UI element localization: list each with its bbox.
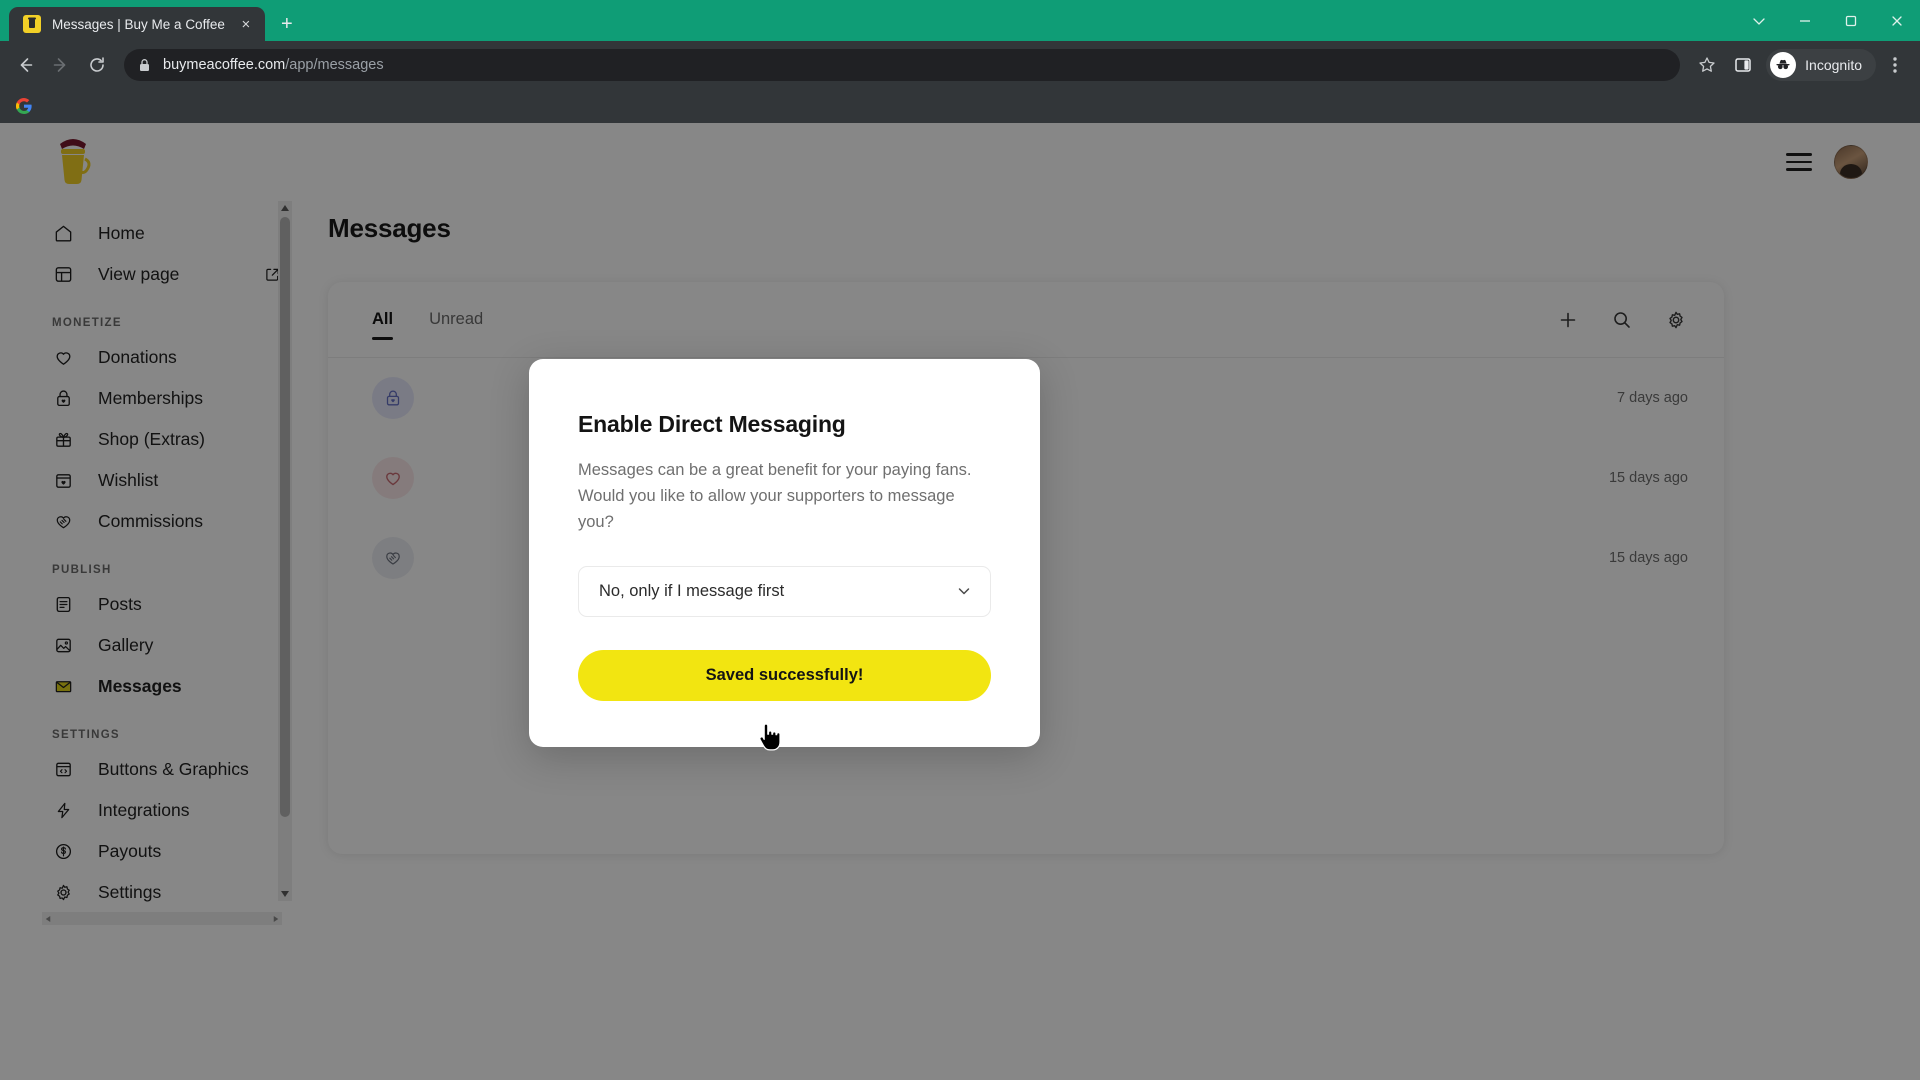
chevron-down-icon[interactable] xyxy=(1736,0,1782,41)
url-path: /app/messages xyxy=(285,57,384,73)
google-icon[interactable] xyxy=(12,94,36,118)
messaging-permission-select[interactable]: No, only if I message first xyxy=(578,565,991,617)
dialog-description: Messages can be a great benefit for your… xyxy=(578,461,972,531)
close-icon[interactable] xyxy=(1874,0,1920,41)
browser-tab[interactable]: Messages | Buy Me a Coffee × xyxy=(9,7,265,41)
maximize-icon[interactable] xyxy=(1828,0,1874,41)
back-arrow-icon[interactable] xyxy=(8,48,42,82)
browser-titlebar: Messages | Buy Me a Coffee × + xyxy=(0,0,1920,41)
browser-window: Messages | Buy Me a Coffee × + buymeacof… xyxy=(0,0,1920,1080)
side-panel-icon[interactable] xyxy=(1726,48,1760,82)
incognito-icon xyxy=(1770,52,1797,78)
dialog-title: Enable Direct Messaging xyxy=(578,411,846,437)
new-tab-button[interactable]: + xyxy=(273,10,301,38)
reload-icon[interactable] xyxy=(80,48,114,82)
window-controls xyxy=(1736,0,1920,41)
page-viewport: Home View page MONETIZE Donations Member… xyxy=(0,123,1920,1080)
minimize-icon[interactable] xyxy=(1782,0,1828,41)
tab-strip: Messages | Buy Me a Coffee × + xyxy=(0,0,301,41)
bookmark-star-icon[interactable] xyxy=(1690,48,1724,82)
select-value: No, only if I message first xyxy=(599,581,785,600)
forward-arrow-icon[interactable] xyxy=(44,48,78,82)
url-text: buymeacoffee.com/app/messages xyxy=(163,57,384,73)
coffee-cup-icon xyxy=(23,15,41,33)
three-dot-menu-icon[interactable] xyxy=(1878,45,1912,85)
incognito-indicator[interactable]: Incognito xyxy=(1766,49,1876,81)
tab-title: Messages | Buy Me a Coffee xyxy=(52,16,225,32)
browser-toolbar: buymeacoffee.com/app/messages Incognito xyxy=(0,41,1920,89)
enable-direct-messaging-dialog: Enable Direct Messaging Messages can be … xyxy=(529,359,1040,747)
close-icon[interactable]: × xyxy=(236,14,256,34)
chevron-down-icon xyxy=(956,583,972,599)
url-host: buymeacoffee.com xyxy=(163,57,286,73)
address-bar[interactable]: buymeacoffee.com/app/messages xyxy=(124,49,1681,81)
lock-icon xyxy=(138,58,151,72)
save-button[interactable]: Saved successfully! xyxy=(578,649,991,701)
bookmarks-bar xyxy=(0,89,1920,123)
incognito-label: Incognito xyxy=(1805,57,1862,73)
